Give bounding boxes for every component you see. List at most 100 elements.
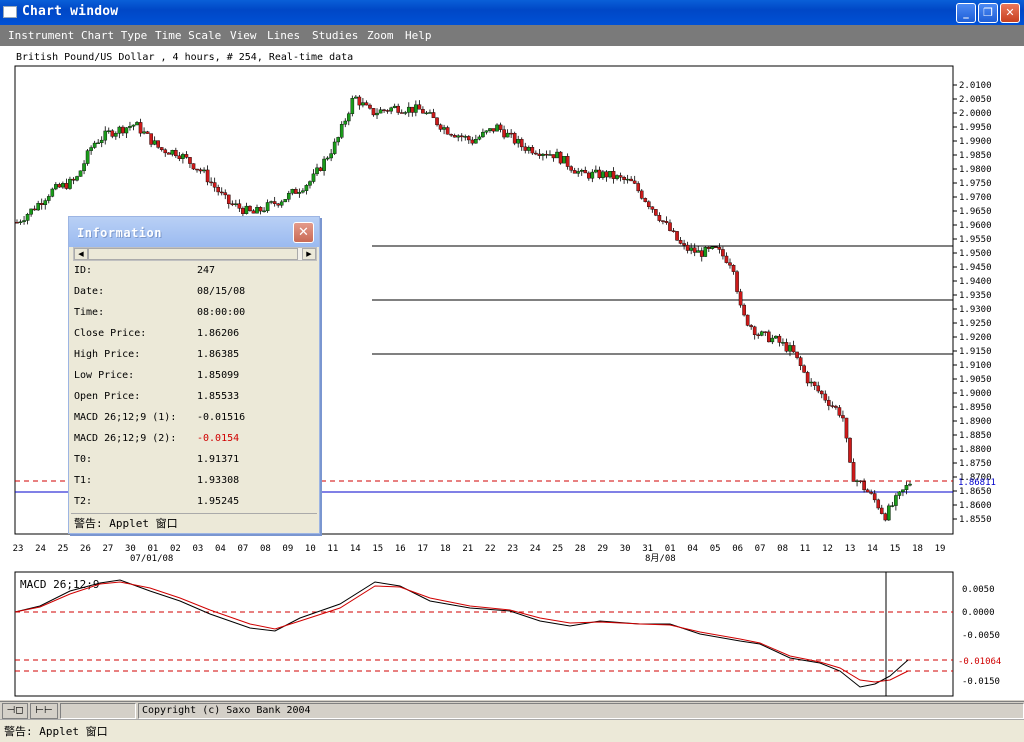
candle-body	[170, 149, 175, 155]
candle-body	[279, 201, 284, 206]
candle-body	[106, 130, 111, 132]
crosshair-tool-icon[interactable]: ⊢⊢	[30, 703, 58, 719]
dialog-close-icon[interactable]: ✕	[293, 222, 314, 243]
candle-body	[583, 169, 588, 174]
dialog-horizontal-scrollbar[interactable]: ◀ ▶	[73, 247, 317, 261]
candle-body	[311, 173, 316, 182]
candle-body	[283, 199, 288, 203]
candle-body	[643, 198, 648, 202]
candle-body	[36, 203, 40, 211]
date-tick-label: 02	[170, 544, 181, 554]
information-dialog[interactable]: Information ✕ ◀ ▶ ID: 247 Date: 08/15/08 Tim…	[68, 216, 320, 534]
candle-body	[191, 163, 196, 170]
candle-body	[689, 247, 693, 251]
date-tick-label: 04	[687, 544, 698, 554]
candle-body	[682, 243, 686, 246]
candle-body	[121, 126, 125, 134]
candle-body	[166, 152, 171, 155]
candle-body	[707, 247, 711, 249]
price-tick-label: 2.0100	[959, 81, 992, 91]
info-row-value: -0.01516	[197, 412, 246, 423]
candle-body	[869, 491, 873, 494]
title-bar: Chart window _ ❐ ✕	[0, 0, 1024, 25]
candle-body	[784, 342, 789, 352]
macd-signal-line	[14, 581, 909, 683]
candle-body	[212, 182, 217, 188]
menu-time-scale[interactable]: Time Scale	[155, 29, 221, 42]
menu-zoom[interactable]: Zoom	[367, 29, 394, 42]
candle-body	[410, 106, 415, 113]
candle-body	[50, 188, 55, 197]
minimize-button[interactable]: _	[956, 3, 976, 23]
close-button[interactable]: ✕	[1000, 3, 1020, 23]
menu-studies[interactable]: Studies	[312, 29, 358, 42]
candle-body	[209, 181, 213, 184]
info-row-value: 08:00:00	[197, 307, 246, 318]
candle-body	[226, 194, 231, 204]
date-tick-label: 15	[890, 544, 901, 554]
candle-body	[375, 112, 379, 116]
candle-body	[724, 255, 729, 263]
candle-body	[435, 117, 439, 126]
candle-body	[830, 405, 835, 407]
candle-body	[89, 147, 93, 151]
date-tick-label: 25	[58, 544, 69, 554]
candle-body	[241, 208, 245, 214]
date-tick-label: 10	[305, 544, 316, 554]
candle-body	[611, 171, 616, 179]
price-tick-label: 1.9050	[959, 375, 992, 385]
candle-body	[57, 184, 62, 188]
pin-icon[interactable]: ⊣◻	[2, 703, 28, 719]
candle-body	[124, 127, 129, 134]
scroll-left-arrow-icon[interactable]: ◀	[74, 248, 88, 260]
candle-body	[615, 175, 619, 179]
candle-body	[255, 207, 259, 214]
dialog-title-bar[interactable]: Information ✕	[69, 217, 319, 247]
candle-body	[636, 183, 641, 192]
candle-body	[551, 154, 556, 159]
candle-body	[629, 178, 633, 182]
menu-help[interactable]: Help	[405, 29, 432, 42]
info-row-label: High Price:	[74, 349, 141, 360]
info-row-label: Open Price:	[74, 391, 141, 402]
candle-body	[198, 169, 203, 172]
restore-button[interactable]: ❐	[978, 3, 998, 23]
candle-body	[177, 155, 182, 159]
price-axis: 2.0100 2.0050 2.0000 1.9950 1.9900 1.9850 1.98…	[953, 81, 992, 525]
candle-body	[890, 505, 895, 507]
app-icon	[3, 6, 17, 18]
menu-view[interactable]: View	[230, 29, 257, 42]
candle-body	[548, 154, 552, 156]
candle-body	[519, 139, 524, 148]
price-tick-label: 1.8850	[959, 431, 992, 441]
candle-body	[318, 167, 323, 171]
candle-body	[731, 265, 736, 272]
menu-instrument[interactable]: Instrument	[8, 29, 74, 42]
candle-body	[195, 168, 199, 171]
candle-body	[364, 102, 369, 106]
menu-lines[interactable]: Lines	[267, 29, 300, 42]
candle-body	[491, 128, 496, 132]
scroll-thumb[interactable]	[88, 248, 298, 260]
status-field	[60, 703, 136, 719]
macd-marker-label: -0.01064	[958, 657, 1001, 667]
candle-body	[205, 169, 210, 183]
info-row-label: T1:	[74, 475, 93, 486]
candle-body	[488, 128, 492, 131]
price-tick-label: 1.9250	[959, 319, 992, 329]
candle-body	[452, 135, 457, 138]
candle-body	[544, 153, 549, 156]
candle-body	[774, 335, 778, 339]
scroll-right-arrow-icon[interactable]: ▶	[302, 248, 316, 260]
price-tick-label: 2.0050	[959, 95, 992, 105]
date-axis: 23 24 25 26 27 30 01 02 03 04 07 08 09 10 11 14 15 16 17 18…	[13, 544, 946, 554]
menu-chart-type[interactable]: Chart Type	[81, 29, 147, 42]
candle-body	[579, 169, 584, 172]
price-tick-label: 1.8950	[959, 403, 992, 413]
candle-body	[735, 271, 739, 292]
candle-body	[325, 157, 330, 160]
info-row-label: Time:	[74, 307, 105, 318]
candle-body	[848, 437, 852, 463]
candle-body	[244, 205, 249, 214]
candle-body	[601, 171, 605, 178]
